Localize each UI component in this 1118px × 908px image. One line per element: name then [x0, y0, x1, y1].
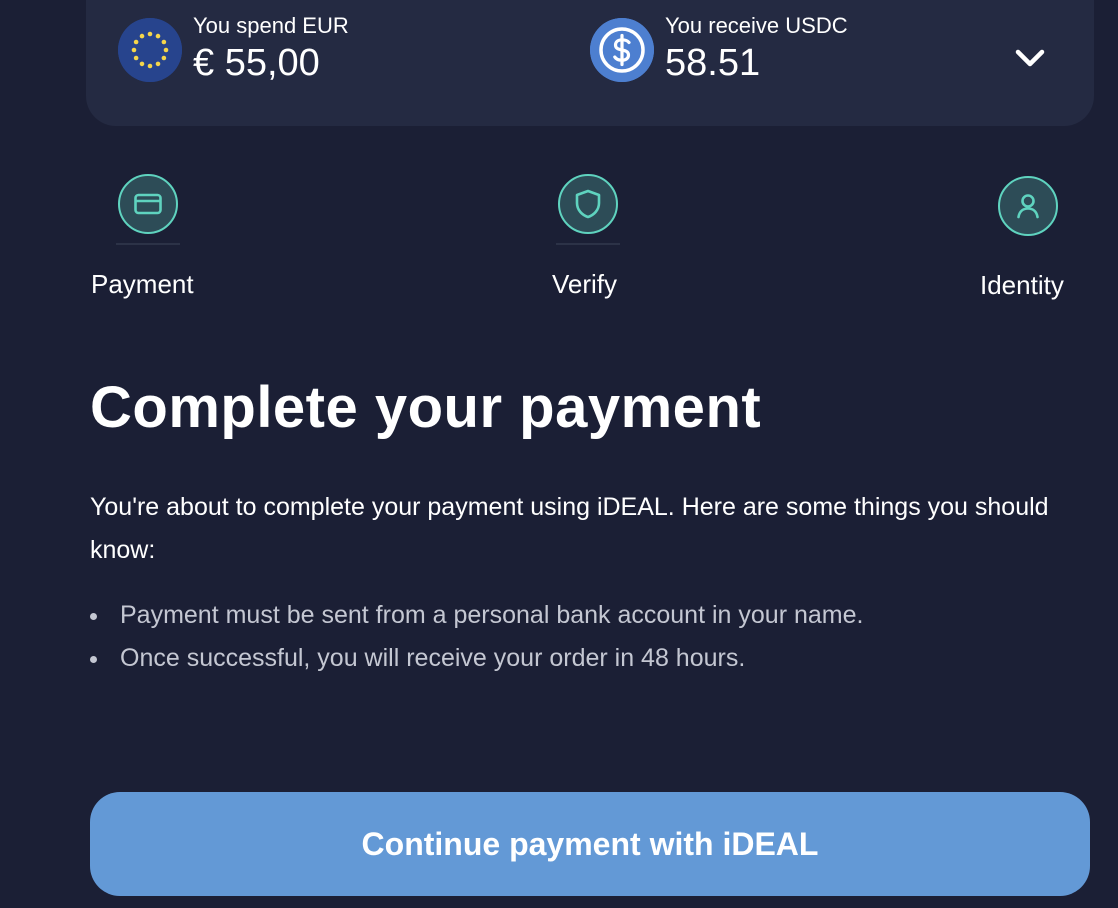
step-label-payment: Payment: [91, 269, 194, 299]
usdc-icon: [590, 18, 654, 82]
shield-icon: [558, 174, 618, 234]
continue-payment-button[interactable]: Continue payment with iDEAL: [90, 792, 1090, 896]
spend-currency-label: You spend EUR: [193, 13, 349, 38]
chevron-down-icon[interactable]: [1012, 44, 1048, 74]
step-divider: [116, 243, 180, 245]
page-title: Complete your payment: [90, 375, 762, 440]
step-label-verify: Verify: [552, 269, 618, 299]
list-item: Once successful, you will receive your o…: [90, 637, 1090, 680]
payment-intro-text: You're about to complete your payment us…: [90, 493, 1049, 564]
eur-flag-icon: [118, 18, 182, 82]
list-item: Payment must be sent from a personal ban…: [90, 594, 1090, 637]
card-icon: [118, 174, 178, 234]
step-divider: [556, 243, 620, 245]
step-label-identity: Identity: [980, 270, 1064, 300]
user-icon: [998, 176, 1058, 236]
receive-amount: 58.51: [665, 42, 761, 84]
spend-amount: € 55,00: [193, 42, 320, 84]
receive-currency-label: You receive USDC: [665, 13, 848, 38]
payment-notes-list: Payment must be sent from a personal ban…: [90, 594, 1090, 680]
